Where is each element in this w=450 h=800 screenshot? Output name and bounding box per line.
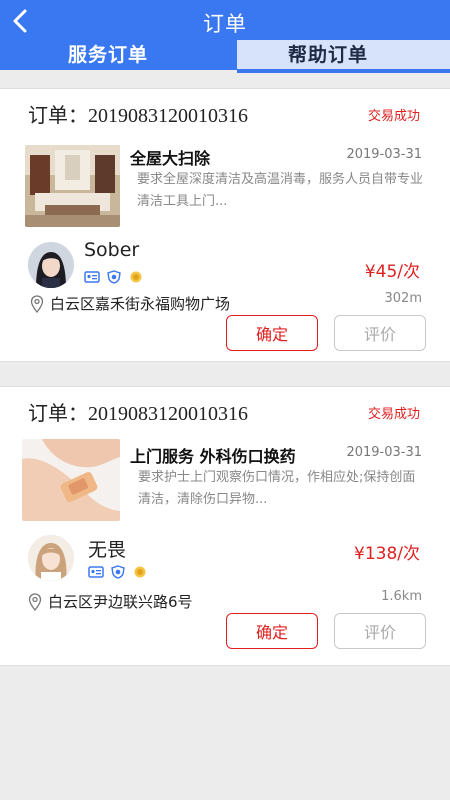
app-header: 订单 服务订单 帮助订单 <box>0 0 450 70</box>
address-row: 白云区尹边联兴路6号 <box>28 591 193 612</box>
verification-badges <box>84 270 144 284</box>
shield-verified-icon <box>111 565 125 579</box>
price: ¥45/次 <box>364 262 420 282</box>
avatar <box>28 242 74 288</box>
confirm-button[interactable]: 确定 <box>226 315 318 351</box>
address-text: 白云区尹边联兴路6号 <box>48 593 193 611</box>
address-row: 白云区嘉禾街永福购物广场 <box>30 293 230 314</box>
order-date: 2019-03-31 <box>346 445 422 460</box>
distance: 302m <box>384 291 422 306</box>
tab-indicator <box>237 69 450 73</box>
gold-medal-icon <box>130 271 142 283</box>
order-status: 交易成功 <box>367 407 420 422</box>
gold-medal-icon <box>134 566 146 578</box>
location-pin-icon <box>28 592 42 611</box>
tab-service-orders[interactable]: 服务订单 <box>68 40 148 67</box>
location-pin-icon <box>30 294 44 313</box>
address-text: 白云区嘉禾街永福购物广场 <box>50 295 231 313</box>
service-thumbnail <box>25 145 120 227</box>
rate-button[interactable]: 评价 <box>334 315 426 351</box>
order-number: 订单：2019083120010316 <box>28 403 248 425</box>
shield-verified-icon <box>107 270 121 284</box>
page-title: 订单 <box>203 12 247 36</box>
user-name: 无畏 <box>88 539 127 561</box>
order-date: 2019-03-31 <box>346 147 422 162</box>
confirm-button[interactable]: 确定 <box>226 613 318 649</box>
tab-help-orders[interactable]: 帮助订单 <box>288 40 368 67</box>
rate-button[interactable]: 评价 <box>334 613 426 649</box>
avatar <box>28 535 74 581</box>
order-card[interactable]: 订单：2019083120010316 交易成功 全屋大扫除 2019-03-3… <box>0 88 450 362</box>
price: ¥138/次 <box>354 544 420 564</box>
service-name: 全屋大扫除 <box>130 149 211 168</box>
distance: 1.6km <box>381 589 422 604</box>
order-number: 订单：2019083120010316 <box>28 105 248 127</box>
order-card[interactable]: 订单：2019083120010316 交易成功 上门服务 外科伤口换药 201… <box>0 386 450 666</box>
verification-badges <box>88 565 148 579</box>
id-card-icon <box>88 566 104 578</box>
user-name: Sober <box>84 239 140 261</box>
id-card-icon <box>84 271 100 283</box>
service-name: 上门服务 外科伤口换药 <box>130 447 296 466</box>
service-description: 要求护士上门观察伤口情况，作相应处;保持创面清洁，清除伤口异物... <box>138 470 416 507</box>
service-thumbnail <box>22 439 120 521</box>
order-status: 交易成功 <box>367 109 420 124</box>
service-description: 要求全屋深度清洁及高温消毒，服务人员自带专业清洁工具上门... <box>137 172 424 209</box>
